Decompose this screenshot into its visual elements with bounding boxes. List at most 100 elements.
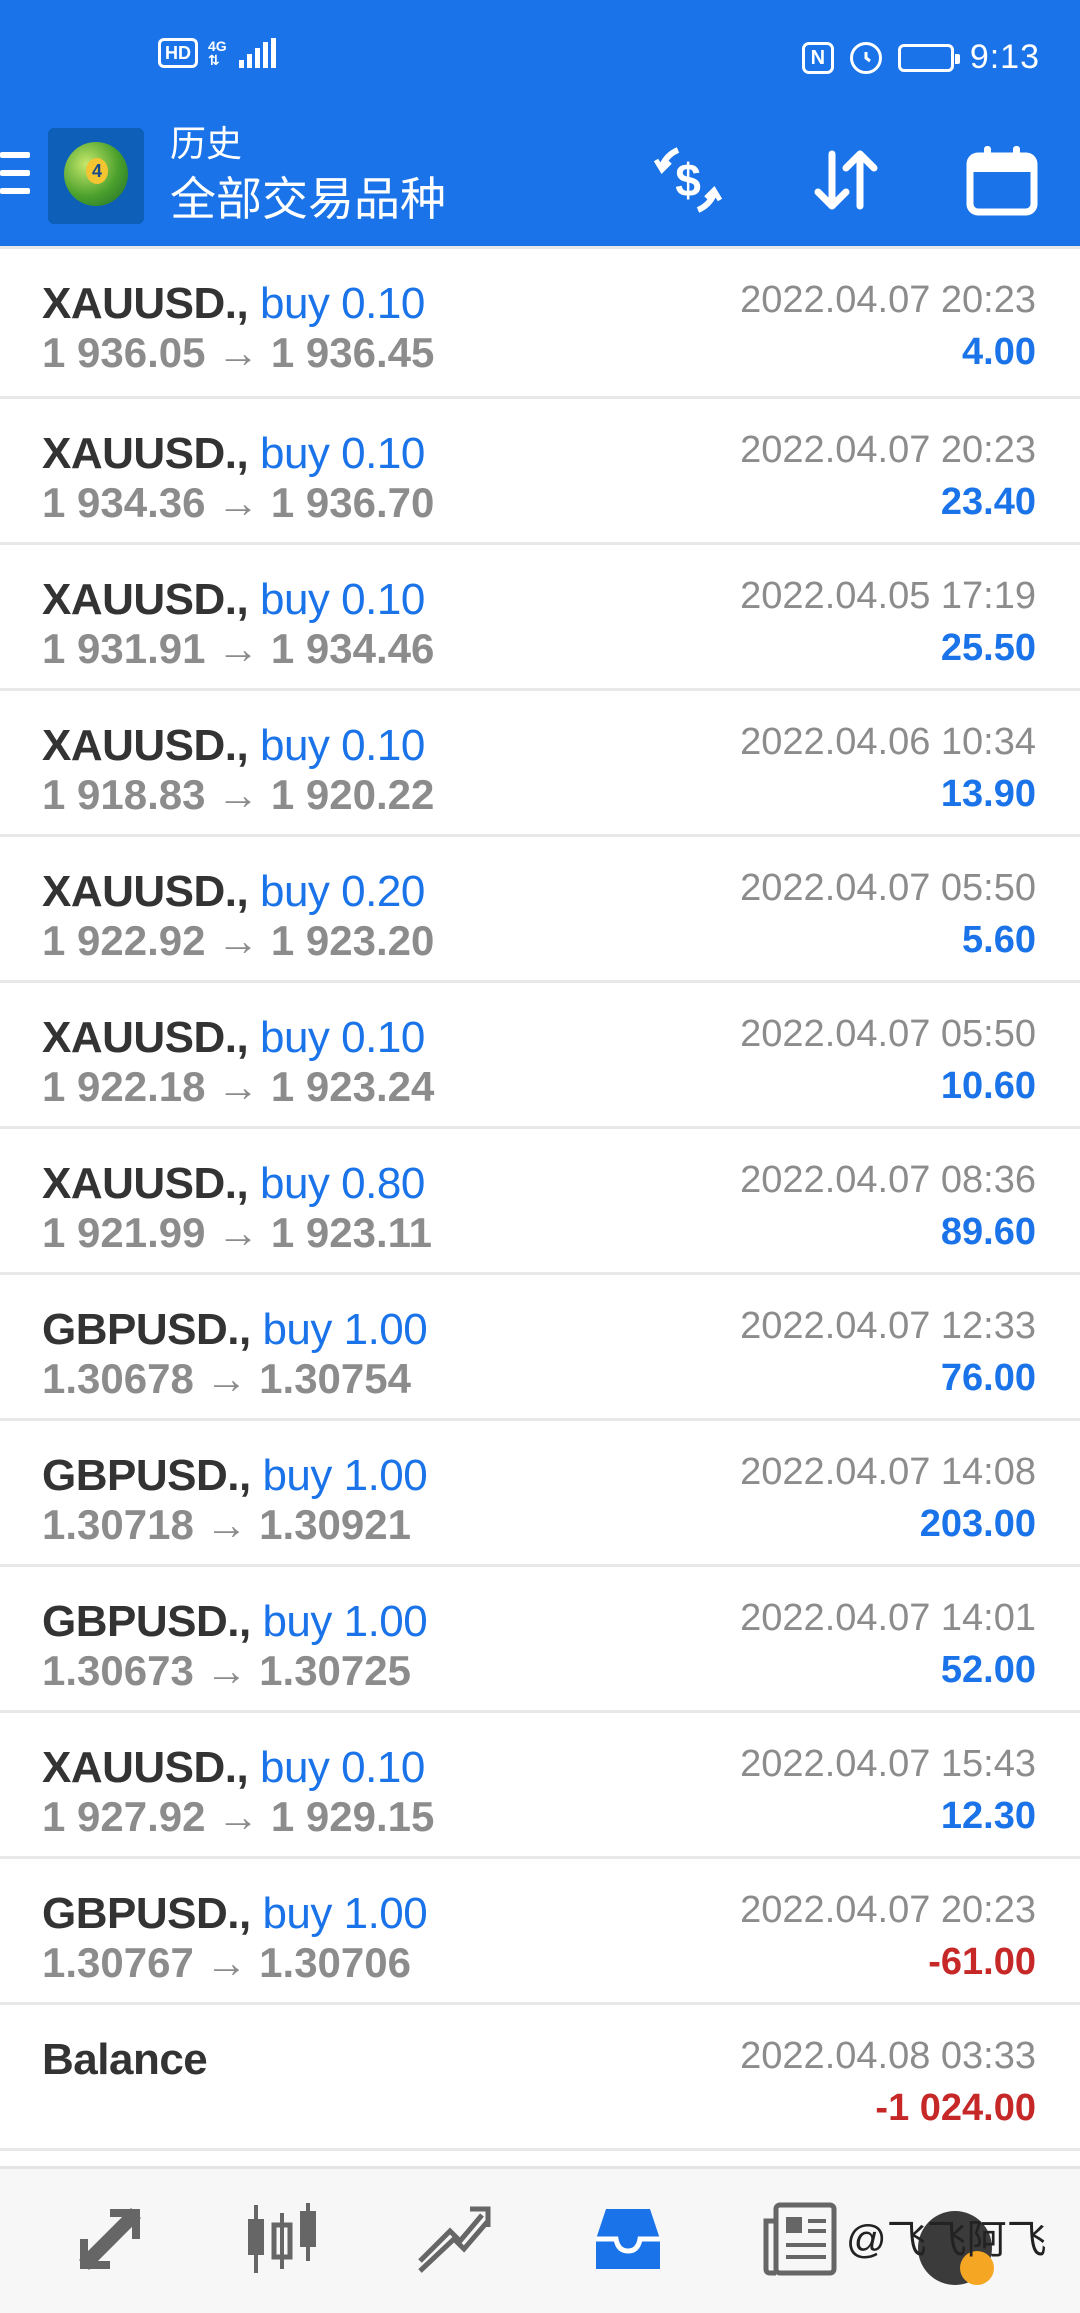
sort-icon[interactable] (806, 140, 886, 220)
close-price: 1 923.20 (270, 917, 435, 964)
open-price: 1 922.92 (42, 917, 206, 964)
history-list[interactable]: XAUUSD., buy 0.10 1 936.05 → 1 936.45 20… (0, 246, 1080, 2151)
trade-row[interactable]: XAUUSD., buy 0.20 1 922.92 → 1 923.20 20… (0, 837, 1080, 983)
open-price: 1 921.99 (42, 1209, 206, 1256)
trade-row[interactable]: XAUUSD., buy 0.10 1 918.83 → 1 920.22 20… (0, 691, 1080, 837)
arrow-icon: → (217, 479, 260, 526)
arrow-icon: → (205, 1647, 248, 1694)
trade-time: 2022.04.07 08:36 (740, 1159, 1036, 1201)
watermark: @飞飞阿飞 (846, 2218, 1047, 2262)
trade-profit: 89.60 (940, 1211, 1036, 1253)
trade-prices: 1 931.91 → 1 934.46 (42, 625, 434, 673)
history-icon[interactable] (588, 2199, 668, 2279)
calendar-icon[interactable] (962, 140, 1042, 220)
trade-time: 2022.04.07 12:33 (740, 1305, 1036, 1347)
trade-prices: 1.30718 → 1.30921 (42, 1501, 411, 1549)
arrow-icon: → (217, 625, 260, 672)
open-price: 1.30673 (42, 1647, 194, 1694)
trade-row[interactable]: GBPUSD., buy 1.00 1.30718 → 1.30921 2022… (0, 1421, 1080, 1567)
app-bar: 4 历史 全部交易品种 $ (0, 120, 1080, 246)
trade-row[interactable]: XAUUSD., buy 0.10 1 934.36 → 1 936.70 20… (0, 399, 1080, 545)
trade-time: 2022.04.07 14:08 (740, 1451, 1036, 1493)
status-left: HD 4G ⇅ (158, 38, 276, 68)
trade-row[interactable]: XAUUSD., buy 0.10 1 927.92 → 1 929.15 20… (0, 1713, 1080, 1859)
hd-voice-icon: HD (158, 38, 198, 68)
trade-row[interactable]: GBPUSD., buy 1.00 1.30767 → 1.30706 2022… (0, 1859, 1080, 2005)
trade-time: 2022.04.07 20:23 (740, 429, 1036, 471)
trade-symbol: XAUUSD., (42, 1013, 249, 1062)
arrow-icon: → (217, 771, 260, 818)
trade-profit: 23.40 (940, 481, 1036, 523)
svg-text:$: $ (675, 154, 701, 206)
quotes-icon[interactable] (70, 2199, 150, 2279)
open-price: 1 922.18 (42, 1063, 206, 1110)
trade-side: buy 1.00 (262, 1889, 428, 1938)
trade-side: buy 1.00 (262, 1451, 428, 1500)
arrow-icon: → (205, 1355, 248, 1402)
trade-profit: 52.00 (940, 1649, 1036, 1691)
trade-row[interactable]: XAUUSD., buy 0.80 1 921.99 → 1 923.11 20… (0, 1129, 1080, 1275)
trade-profit: 203.00 (919, 1503, 1036, 1545)
open-price: 1 918.83 (42, 771, 206, 818)
trade-profit: 5.60 (962, 919, 1036, 961)
balance-row[interactable]: Balance 2022.04.08 03:33 -1 024.00 (0, 2005, 1080, 2151)
close-price: 1 923.24 (270, 1063, 435, 1110)
trade-profit: -61.00 (928, 1941, 1036, 1983)
trade-side: buy 0.10 (259, 575, 425, 624)
close-price: 1 923.11 (270, 1209, 433, 1256)
trade-row[interactable]: XAUUSD., buy 0.10 1 936.05 → 1 936.45 20… (0, 246, 1080, 399)
close-price: 1 920.22 (270, 771, 435, 818)
open-price: 1 934.36 (42, 479, 206, 526)
trade-symbol: GBPUSD., (42, 1889, 251, 1938)
trade-row[interactable]: XAUUSD., buy 0.10 1 931.91 → 1 934.46 20… (0, 545, 1080, 691)
trade-profit: 12.30 (940, 1795, 1036, 1837)
trade-symbol: XAUUSD., (42, 279, 249, 328)
trade-profit: 4.00 (962, 331, 1036, 373)
trade-prices: 1 922.92 → 1 923.20 (42, 917, 434, 965)
arrow-icon: → (217, 917, 260, 964)
open-price: 1 931.91 (42, 625, 206, 672)
trade-row[interactable]: GBPUSD., buy 1.00 1.30673 → 1.30725 2022… (0, 1567, 1080, 1713)
signal-icon (238, 38, 276, 68)
trade-symbol: GBPUSD., (42, 1305, 251, 1354)
trade-profit: 13.90 (940, 773, 1036, 815)
network-type-icon: 4G ⇅ (208, 38, 227, 68)
trade-time: 2022.04.07 20:23 (740, 279, 1036, 321)
battery-icon (897, 43, 960, 72)
open-price: 1.30767 (42, 1939, 194, 1986)
currency-exchange-icon[interactable]: $ (648, 140, 728, 220)
status-bar: HD 4G ⇅ N 9:13 (0, 0, 1080, 120)
trade-side: buy 1.00 (262, 1597, 428, 1646)
trade-time: 2022.04.07 05:50 (740, 867, 1036, 909)
trade-profit: 10.60 (940, 1065, 1036, 1107)
trade-symbol: XAUUSD., (42, 721, 249, 770)
trade-symbol: GBPUSD., (42, 1451, 251, 1500)
menu-icon[interactable] (0, 152, 30, 196)
close-price: 1 936.70 (270, 479, 435, 526)
open-price: 1 936.05 (42, 329, 206, 376)
trade-prices: 1 927.92 → 1 929.15 (42, 1793, 434, 1841)
page-subtitle: 历史 (170, 123, 243, 164)
app-titles[interactable]: 历史 全部交易品种 (170, 120, 446, 228)
chart-icon[interactable] (242, 2199, 322, 2279)
trade-side: buy 0.10 (259, 429, 425, 478)
close-price: 1 934.46 (270, 625, 435, 672)
arrow-icon: → (217, 1063, 260, 1110)
open-price: 1 927.92 (42, 1793, 206, 1840)
trade-row[interactable]: GBPUSD., buy 1.00 1.30678 → 1.30754 2022… (0, 1275, 1080, 1421)
trade-icon[interactable] (414, 2199, 494, 2279)
trade-symbol: XAUUSD., (42, 1743, 249, 1792)
trade-prices: 1 934.36 → 1 936.70 (42, 479, 434, 527)
trade-time: 2022.04.07 15:43 (740, 1743, 1036, 1785)
trade-time: 2022.04.07 20:23 (740, 1889, 1036, 1931)
trade-prices: 1 921.99 → 1 923.11 (42, 1209, 432, 1257)
news-icon[interactable] (760, 2199, 840, 2279)
metatrader-logo[interactable]: 4 (48, 128, 144, 224)
balance-amount: -1 024.00 (875, 2087, 1036, 2129)
trade-side: buy 0.10 (259, 279, 425, 328)
trade-time: 2022.04.07 14:01 (740, 1597, 1036, 1639)
trade-row[interactable]: XAUUSD., buy 0.10 1 922.18 → 1 923.24 20… (0, 983, 1080, 1129)
trade-symbol: XAUUSD., (42, 1159, 249, 1208)
status-right: N 9:13 (801, 38, 1040, 77)
arrow-icon: → (217, 1793, 260, 1840)
